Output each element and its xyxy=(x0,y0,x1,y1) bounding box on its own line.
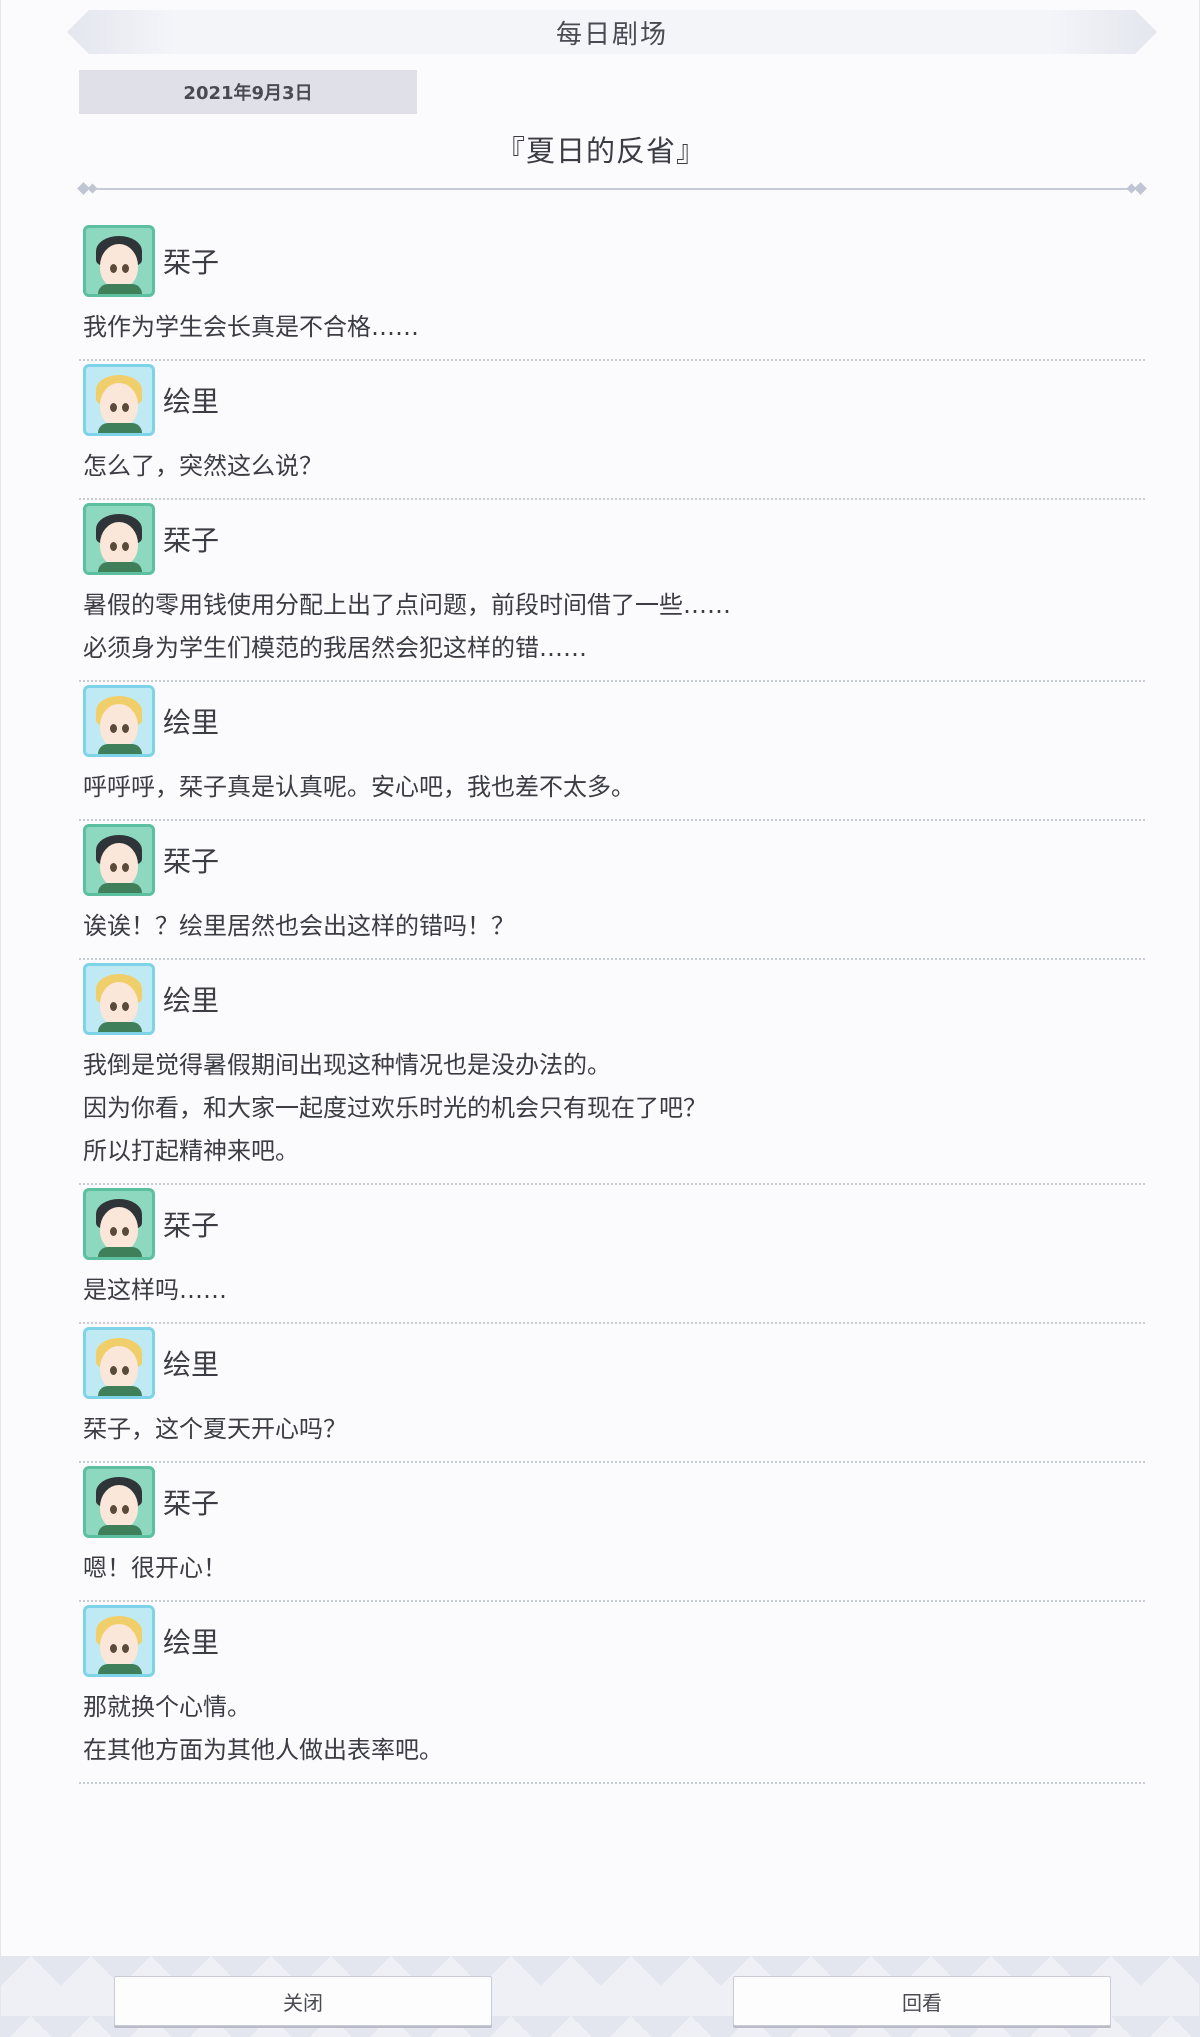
dialogue-line: 因为你看，和大家一起度过欢乐时光的机会只有现在了吧？ xyxy=(83,1094,707,1122)
kotoko-avatar-icon xyxy=(83,1466,155,1538)
dialogue-line: 在其他方面为其他人做出表率吧。 xyxy=(83,1736,443,1764)
speaker-name: 栞子 xyxy=(163,845,220,878)
dialogue-line: 怎么了，突然这么说？ xyxy=(83,452,323,480)
close-button[interactable]: 关闭 xyxy=(114,1976,492,2026)
dialogue-entry: 栞子诶诶！？绘里居然也会出这样的错吗！？ xyxy=(79,821,1145,960)
speaker-row: 栞子 xyxy=(83,222,1145,300)
kotoko-avatar-icon xyxy=(83,503,155,575)
dialogue-entry: 栞子是这样吗…… xyxy=(79,1185,1145,1324)
date-badge: 2021年9月3日 xyxy=(79,70,417,114)
divider-line xyxy=(95,188,1129,190)
speaker-row: 栞子 xyxy=(83,821,1145,899)
dialogue-entry: 绘里那就换个心情。在其他方面为其他人做出表率吧。 xyxy=(79,1602,1145,1784)
speaker-row: 栞子 xyxy=(83,1463,1145,1541)
kotoko-avatar-icon xyxy=(83,824,155,896)
dialogue-lines: 是这样吗…… xyxy=(79,1263,1145,1322)
dialogue-transcript: 栞子 我作为学生会长真是不合格…… 绘里 怎么了，突然这么说？ 栞子 暑假的零用钱使用分配… xyxy=(79,222,1145,1784)
dialogue-lines: 我倒是觉得暑假期间出现这种情况也是没办法的。因为你看，和大家一起度过欢乐时光的机… xyxy=(79,1038,1145,1183)
eri-avatar-icon xyxy=(83,963,155,1035)
dialogue-line: 暑假的零用钱使用分配上出了点问题，前段时间借了一些…… xyxy=(83,591,731,619)
speaker-name: 栞子 xyxy=(163,246,220,279)
eri-avatar-icon xyxy=(83,685,155,757)
dialogue-lines: 我作为学生会长真是不合格…… xyxy=(79,300,1145,359)
footer-bar: 关闭 回看 xyxy=(1,1956,1199,2037)
dialogue-entry: 绘里栞子，这个夏天开心吗？ xyxy=(79,1324,1145,1463)
dialogue-line: 所以打起精神来吧。 xyxy=(83,1137,299,1165)
dialogue-line: 嗯！很开心！ xyxy=(83,1554,227,1582)
review-button[interactable]: 回看 xyxy=(733,1976,1111,2026)
eri-avatar-icon xyxy=(83,1327,155,1399)
kotoko-avatar-icon xyxy=(83,225,155,297)
dialogue-line: 我倒是觉得暑假期间出现这种情况也是没办法的。 xyxy=(83,1051,611,1079)
dialogue-line: 我作为学生会长真是不合格…… xyxy=(83,313,419,341)
header-ribbon: 每日剧场 xyxy=(67,10,1157,54)
speaker-row: 栞子 xyxy=(83,500,1145,578)
speaker-name: 绘里 xyxy=(163,1348,220,1381)
story-title: 『夏日的反省』 xyxy=(495,134,706,168)
dialogue-lines: 暑假的零用钱使用分配上出了点问题，前段时间借了一些…… 必须身为学生们模范的我居然… xyxy=(79,578,1145,680)
eri-avatar-icon xyxy=(83,1605,155,1677)
speaker-row: 绘里 xyxy=(83,960,1145,1038)
header-title: 每日剧场 xyxy=(555,19,668,50)
speaker-row: 栞子 xyxy=(83,1185,1145,1263)
speaker-name: 绘里 xyxy=(163,984,220,1017)
dialogue-lines: 呼呼呼，栞子真是认真呢。安心吧，我也差不太多。 xyxy=(79,760,1145,819)
kotoko-avatar-icon xyxy=(83,1188,155,1260)
dialogue-lines: 诶诶！？绘里居然也会出这样的错吗！？ xyxy=(79,899,1145,958)
dialogue-line: 栞子，这个夏天开心吗？ xyxy=(83,1415,347,1443)
dialogue-entry: 栞子暑假的零用钱使用分配上出了点问题，前段时间借了一些…… 必须身为学生们模范的我… xyxy=(79,500,1145,682)
speaker-row: 绘里 xyxy=(83,1602,1145,1680)
dialogue-line: 必须身为学生们模范的我居然会犯这样的错…… xyxy=(83,634,587,662)
dialogue-entry: 绘里呼呼呼，栞子真是认真呢。安心吧，我也差不太多。 xyxy=(79,682,1145,821)
dialogue-line: 是这样吗…… xyxy=(83,1276,227,1304)
speaker-name: 绘里 xyxy=(163,706,220,739)
dialogue-entry: 栞子嗯！很开心！ xyxy=(79,1463,1145,1602)
dialogue-line: 呼呼呼，栞子真是认真呢。安心吧，我也差不太多。 xyxy=(83,773,635,801)
dialogue-lines: 那就换个心情。在其他方面为其他人做出表率吧。 xyxy=(79,1680,1145,1782)
speaker-name: 栞子 xyxy=(163,524,220,557)
dialogue-line: 那就换个心情。 xyxy=(83,1693,251,1721)
speaker-name: 绘里 xyxy=(163,1626,220,1659)
title-divider xyxy=(77,181,1147,197)
daily-theater-window: 每日剧场 2021年9月3日 『夏日的反省』 栞子 我作为学生会长真是不合格…… 绘… xyxy=(0,0,1200,2037)
date-text: 2021年9月3日 xyxy=(183,83,313,104)
dialogue-lines: 怎么了，突然这么说？ xyxy=(79,439,1145,498)
dialogue-line: 诶诶！？绘里居然也会出这样的错吗！？ xyxy=(83,912,515,940)
dialogue-entry: 绘里怎么了，突然这么说？ xyxy=(79,361,1145,500)
speaker-name: 栞子 xyxy=(163,1487,220,1520)
speaker-row: 绘里 xyxy=(83,682,1145,760)
dialogue-lines: 嗯！很开心！ xyxy=(79,1541,1145,1600)
dialogue-entry: 绘里我倒是觉得暑假期间出现这种情况也是没办法的。因为你看，和大家一起度过欢乐时光… xyxy=(79,960,1145,1185)
dialogue-lines: 栞子，这个夏天开心吗？ xyxy=(79,1402,1145,1461)
speaker-name: 绘里 xyxy=(163,385,220,418)
speaker-name: 栞子 xyxy=(163,1209,220,1242)
eri-avatar-icon xyxy=(83,364,155,436)
speaker-row: 绘里 xyxy=(83,1324,1145,1402)
speaker-row: 绘里 xyxy=(83,361,1145,439)
dialogue-entry: 栞子我作为学生会长真是不合格…… xyxy=(79,222,1145,361)
divider-diamond-icon xyxy=(1134,182,1147,195)
